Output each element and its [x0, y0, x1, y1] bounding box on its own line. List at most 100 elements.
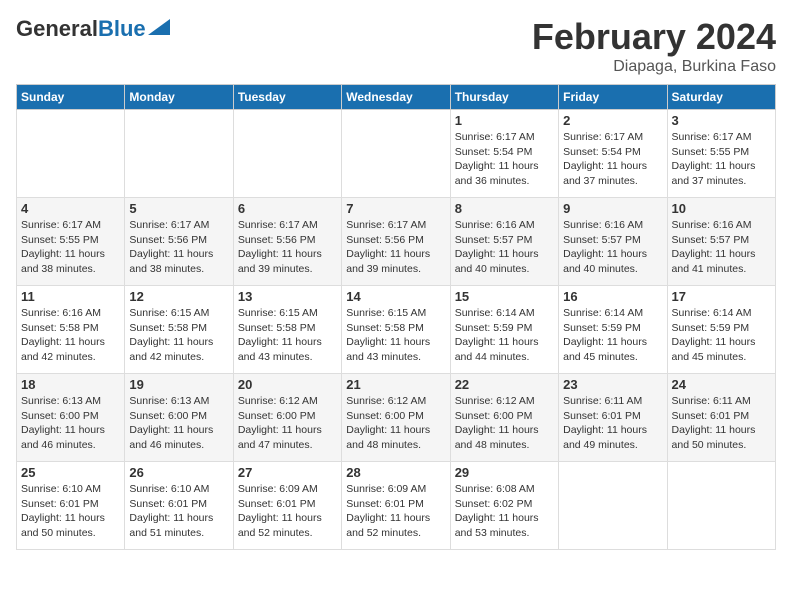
calendar-cell: 15 Sunrise: 6:14 AMSunset: 5:59 PMDayligh…: [450, 286, 558, 374]
calendar-cell: [125, 110, 233, 198]
calendar-cell: 2 Sunrise: 6:17 AMSunset: 5:54 PMDaylight…: [559, 110, 667, 198]
logo-icon: [148, 19, 170, 35]
calendar-cell: 11 Sunrise: 6:16 AMSunset: 5:58 PMDayligh…: [17, 286, 125, 374]
day-info: Sunrise: 6:10 AMSunset: 6:01 PMDaylight:…: [129, 482, 228, 541]
calendar-cell: 28Sunrise: 6:09 AMSunset: 6:01 PMDayligh…: [342, 462, 450, 550]
calendar-cell: 24 Sunrise: 6:11 AMSunset: 6:01 PMDayligh…: [667, 374, 775, 462]
day-number: 3: [672, 113, 771, 128]
calendar-cell: 8 Sunrise: 6:16 AMSunset: 5:57 PMDaylight…: [450, 198, 558, 286]
day-number: 25: [21, 465, 120, 480]
day-number: 8: [455, 201, 554, 216]
day-info: Sunrise: 6:17 AMSunset: 5:56 PMDaylight:…: [129, 218, 228, 277]
calendar-week-row: 1 Sunrise: 6:17 AMSunset: 5:54 PMDaylight…: [17, 110, 776, 198]
calendar-cell: 4 Sunrise: 6:17 AMSunset: 5:55 PMDaylight…: [17, 198, 125, 286]
calendar-table: SundayMondayTuesdayWednesdayThursdayFrid…: [16, 84, 776, 550]
day-info: Sunrise: 6:14 AMSunset: 5:59 PMDaylight:…: [455, 306, 554, 365]
weekday-header: Tuesday: [233, 85, 341, 110]
day-info: Sunrise: 6:15 AMSunset: 5:58 PMDaylight:…: [238, 306, 337, 365]
location: Diapaga, Burkina Faso: [532, 58, 776, 76]
day-info: Sunrise: 6:13 AMSunset: 6:00 PMDaylight:…: [21, 394, 120, 453]
day-info: Sunrise: 6:09 AMSunset: 6:01 PMDaylight:…: [238, 482, 337, 541]
calendar-cell: 5 Sunrise: 6:17 AMSunset: 5:56 PMDaylight…: [125, 198, 233, 286]
day-info: Sunrise: 6:10 AMSunset: 6:01 PMDaylight:…: [21, 482, 120, 541]
weekday-header: Friday: [559, 85, 667, 110]
month-title: February 2024: [532, 16, 776, 58]
calendar-week-row: 18 Sunrise: 6:13 AMSunset: 6:00 PMDayligh…: [17, 374, 776, 462]
day-number: 5: [129, 201, 228, 216]
day-number: 10: [672, 201, 771, 216]
day-number: 14: [346, 289, 445, 304]
calendar-cell: [233, 110, 341, 198]
day-info: Sunrise: 6:17 AMSunset: 5:56 PMDaylight:…: [346, 218, 445, 277]
day-number: 6: [238, 201, 337, 216]
calendar-cell: 3 Sunrise: 6:17 AMSunset: 5:55 PMDaylight…: [667, 110, 775, 198]
day-number: 18: [21, 377, 120, 392]
day-info: Sunrise: 6:12 AMSunset: 6:00 PMDaylight:…: [346, 394, 445, 453]
calendar-cell: 6 Sunrise: 6:17 AMSunset: 5:56 PMDaylight…: [233, 198, 341, 286]
calendar-cell: 7 Sunrise: 6:17 AMSunset: 5:56 PMDaylight…: [342, 198, 450, 286]
weekday-header: Wednesday: [342, 85, 450, 110]
calendar-week-row: 4 Sunrise: 6:17 AMSunset: 5:55 PMDaylight…: [17, 198, 776, 286]
calendar-cell: 29Sunrise: 6:08 AMSunset: 6:02 PMDayligh…: [450, 462, 558, 550]
day-info: Sunrise: 6:16 AMSunset: 5:57 PMDaylight:…: [563, 218, 662, 277]
day-info: Sunrise: 6:17 AMSunset: 5:55 PMDaylight:…: [21, 218, 120, 277]
calendar-cell: 17 Sunrise: 6:14 AMSunset: 5:59 PMDayligh…: [667, 286, 775, 374]
day-info: Sunrise: 6:16 AMSunset: 5:58 PMDaylight:…: [21, 306, 120, 365]
calendar-cell: 25 Sunrise: 6:10 AMSunset: 6:01 PMDayligh…: [17, 462, 125, 550]
logo-text: GeneralBlue: [16, 16, 146, 42]
calendar-cell: 16Sunrise: 6:14 AMSunset: 5:59 PMDayligh…: [559, 286, 667, 374]
day-info: Sunrise: 6:15 AMSunset: 5:58 PMDaylight:…: [346, 306, 445, 365]
day-info: Sunrise: 6:14 AMSunset: 5:59 PMDaylight:…: [563, 306, 662, 365]
day-number: 2: [563, 113, 662, 128]
weekday-header: Saturday: [667, 85, 775, 110]
day-number: 29: [455, 465, 554, 480]
day-number: 22: [455, 377, 554, 392]
day-number: 23: [563, 377, 662, 392]
day-number: 4: [21, 201, 120, 216]
day-info: Sunrise: 6:13 AMSunset: 6:00 PMDaylight:…: [129, 394, 228, 453]
day-info: Sunrise: 6:17 AMSunset: 5:54 PMDaylight:…: [563, 130, 662, 189]
day-number: 26: [129, 465, 228, 480]
day-number: 17: [672, 289, 771, 304]
weekday-header: Sunday: [17, 85, 125, 110]
calendar-cell: 1 Sunrise: 6:17 AMSunset: 5:54 PMDaylight…: [450, 110, 558, 198]
day-info: Sunrise: 6:16 AMSunset: 5:57 PMDaylight:…: [672, 218, 771, 277]
calendar-cell: [667, 462, 775, 550]
day-info: Sunrise: 6:12 AMSunset: 6:00 PMDaylight:…: [238, 394, 337, 453]
calendar-cell: 26 Sunrise: 6:10 AMSunset: 6:01 PMDayligh…: [125, 462, 233, 550]
day-number: 13: [238, 289, 337, 304]
day-info: Sunrise: 6:17 AMSunset: 5:54 PMDaylight:…: [455, 130, 554, 189]
day-number: 7: [346, 201, 445, 216]
day-info: Sunrise: 6:11 AMSunset: 6:01 PMDaylight:…: [563, 394, 662, 453]
day-info: Sunrise: 6:14 AMSunset: 5:59 PMDaylight:…: [672, 306, 771, 365]
day-info: Sunrise: 6:16 AMSunset: 5:57 PMDaylight:…: [455, 218, 554, 277]
calendar-week-row: 25 Sunrise: 6:10 AMSunset: 6:01 PMDayligh…: [17, 462, 776, 550]
calendar-cell: 19 Sunrise: 6:13 AMSunset: 6:00 PMDayligh…: [125, 374, 233, 462]
calendar-cell: [17, 110, 125, 198]
day-number: 1: [455, 113, 554, 128]
day-number: 11: [21, 289, 120, 304]
day-info: Sunrise: 6:17 AMSunset: 5:55 PMDaylight:…: [672, 130, 771, 189]
calendar-cell: 21 Sunrise: 6:12 AMSunset: 6:00 PMDayligh…: [342, 374, 450, 462]
day-number: 15: [455, 289, 554, 304]
day-number: 19: [129, 377, 228, 392]
calendar-cell: 22Sunrise: 6:12 AMSunset: 6:00 PMDayligh…: [450, 374, 558, 462]
day-number: 21: [346, 377, 445, 392]
day-number: 12: [129, 289, 228, 304]
day-number: 28: [346, 465, 445, 480]
calendar-cell: 12 Sunrise: 6:15 AMSunset: 5:58 PMDayligh…: [125, 286, 233, 374]
day-number: 9: [563, 201, 662, 216]
day-number: 24: [672, 377, 771, 392]
calendar-cell: 14 Sunrise: 6:15 AMSunset: 5:58 PMDayligh…: [342, 286, 450, 374]
calendar-cell: 20Sunrise: 6:12 AMSunset: 6:00 PMDayligh…: [233, 374, 341, 462]
title-block: February 2024 Diapaga, Burkina Faso: [532, 16, 776, 76]
calendar-cell: 18 Sunrise: 6:13 AMSunset: 6:00 PMDayligh…: [17, 374, 125, 462]
calendar-cell: 23 Sunrise: 6:11 AMSunset: 6:01 PMDayligh…: [559, 374, 667, 462]
day-info: Sunrise: 6:15 AMSunset: 5:58 PMDaylight:…: [129, 306, 228, 365]
day-number: 27: [238, 465, 337, 480]
calendar-cell: [342, 110, 450, 198]
calendar-cell: 10 Sunrise: 6:16 AMSunset: 5:57 PMDayligh…: [667, 198, 775, 286]
day-info: Sunrise: 6:17 AMSunset: 5:56 PMDaylight:…: [238, 218, 337, 277]
day-info: Sunrise: 6:11 AMSunset: 6:01 PMDaylight:…: [672, 394, 771, 453]
logo: GeneralBlue: [16, 16, 170, 42]
